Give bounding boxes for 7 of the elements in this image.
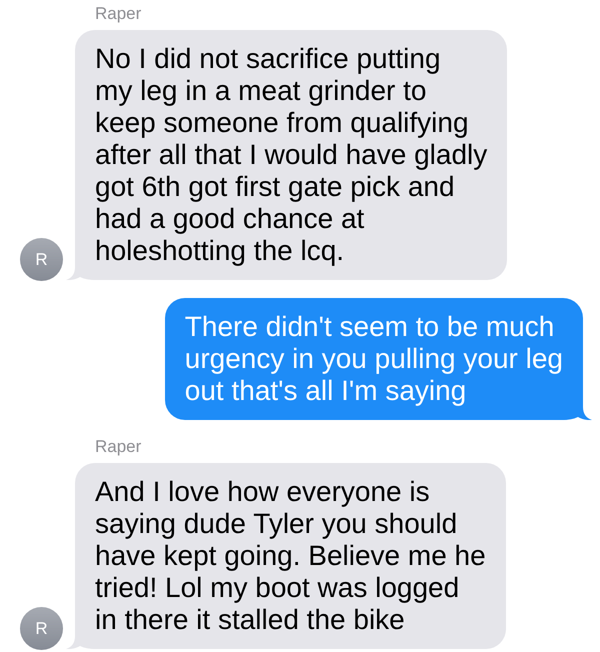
message-bubble: No I did not sacrifice putting my leg in a meat grinder to keep someone from qualifying after all that I would have gladly got 6th got first gate pick and had a good chance at holeshotting the lcq. bbox=[66, 30, 508, 280]
sender-name: Raper bbox=[95, 4, 142, 24]
message-bubble: There didn't seem to be much urgency in you pulling your leg out that's all I'm saying bbox=[164, 298, 592, 420]
message-bubble: And I love how everyone is saying dude Tyler you should have kept going. Believe me he tried! Lol my boot was logged in there it stalled the bike bbox=[66, 463, 506, 649]
avatar: R bbox=[20, 607, 63, 650]
avatar: R bbox=[20, 238, 63, 281]
sender-name: Raper bbox=[95, 437, 142, 457]
